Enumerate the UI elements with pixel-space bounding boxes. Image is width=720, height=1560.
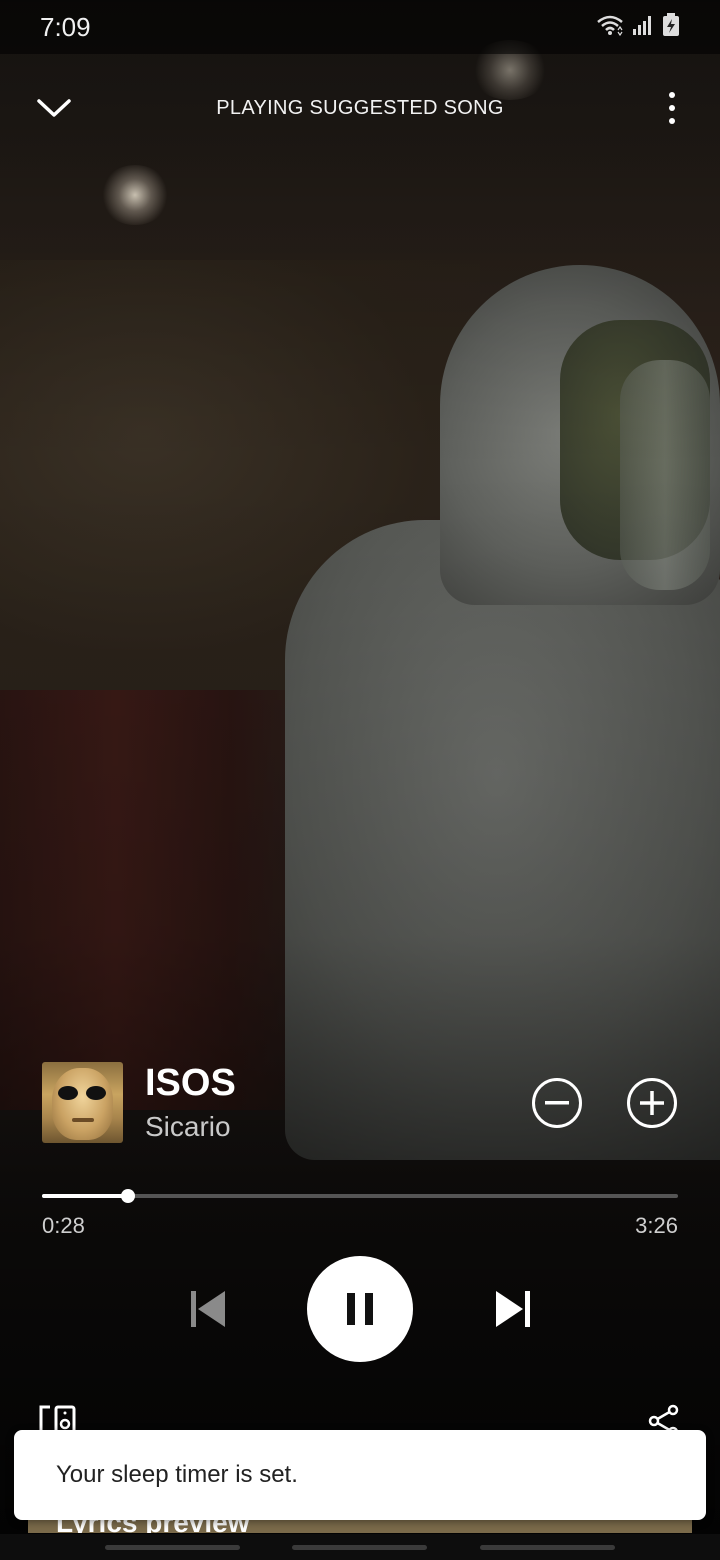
- playback-controls: [0, 1256, 720, 1362]
- signal-icon: [632, 14, 654, 41]
- status-time: 7:09: [40, 11, 91, 42]
- progress-bar[interactable]: [42, 1189, 678, 1203]
- next-icon[interactable]: [490, 1286, 536, 1332]
- track-info: ISOS Sicario: [42, 1062, 682, 1146]
- nav-recents[interactable]: [105, 1545, 240, 1550]
- battery-charging-icon: [662, 12, 680, 42]
- snackbar: Your sleep timer is set.: [14, 1430, 706, 1520]
- total-time: 3:26: [635, 1213, 678, 1238]
- nav-back[interactable]: [480, 1545, 615, 1550]
- wifi-icon: [596, 14, 624, 41]
- status-bar: 7:09: [0, 0, 720, 54]
- previous-icon[interactable]: [185, 1286, 231, 1332]
- context-title: PLAYING SUGGESTED SONG: [216, 96, 504, 119]
- snackbar-message: Your sleep timer is set.: [56, 1461, 298, 1488]
- system-nav-bar: [0, 1534, 720, 1560]
- album-cover[interactable]: [42, 1062, 123, 1143]
- minus-circle-icon[interactable]: [532, 1078, 582, 1128]
- pause-button[interactable]: [307, 1256, 413, 1362]
- song-title[interactable]: ISOS: [145, 1062, 236, 1104]
- artist-name[interactable]: Sicario: [145, 1110, 231, 1144]
- player-header: PLAYING SUGGESTED SONG: [0, 72, 720, 144]
- pause-icon: [347, 1293, 373, 1325]
- chevron-down-icon[interactable]: [32, 88, 76, 128]
- nav-home[interactable]: [292, 1545, 427, 1550]
- plus-circle-icon[interactable]: [627, 1078, 677, 1128]
- progress-fill: [42, 1194, 129, 1198]
- elapsed-time: 0:28: [42, 1213, 85, 1238]
- more-vertical-icon[interactable]: [662, 88, 682, 128]
